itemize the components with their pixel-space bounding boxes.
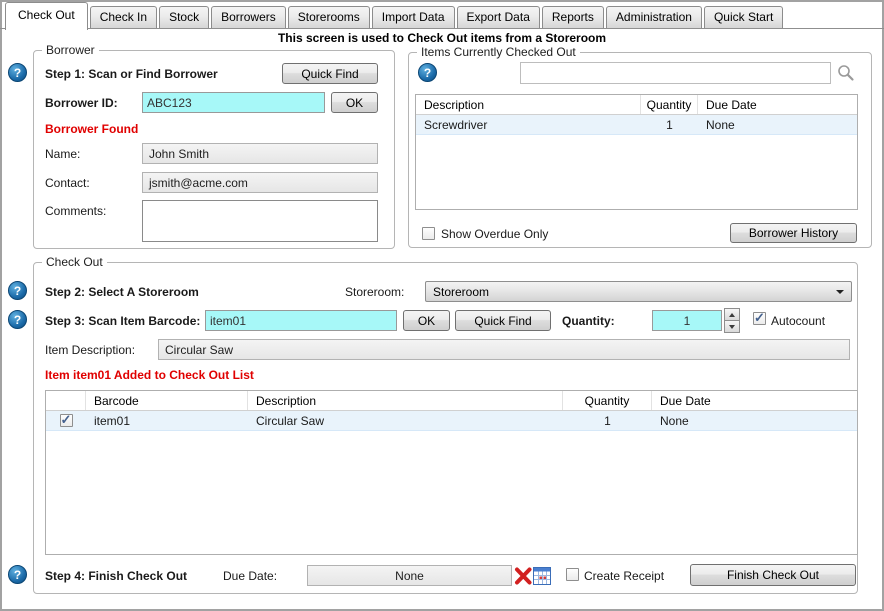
tab-strip-border xyxy=(0,28,884,29)
row-quantity-cell: 1 xyxy=(563,414,652,428)
help-icon-step1[interactable]: ? xyxy=(8,63,27,82)
search-icon[interactable] xyxy=(836,63,856,83)
checkout-col-select xyxy=(46,391,86,410)
items-col-due-date: Due Date xyxy=(698,95,857,114)
borrower-id-input[interactable] xyxy=(142,92,325,113)
checkout-col-quantity: Quantity xyxy=(563,391,652,410)
clear-due-date-icon[interactable] xyxy=(512,565,533,586)
comments-label: Comments: xyxy=(45,204,106,218)
item-due-date-cell: None xyxy=(698,118,857,132)
autocount-label: Autocount xyxy=(771,314,825,328)
item-added-message: Item item01 Added to Check Out List xyxy=(45,368,254,382)
row-checkbox-cell xyxy=(46,414,86,427)
borrower-ok-button[interactable]: OK xyxy=(331,92,378,113)
checkout-col-description: Description xyxy=(248,391,563,410)
check-out-group-label: Check Out xyxy=(42,255,107,269)
help-icon-step2[interactable]: ? xyxy=(8,281,27,300)
due-date-field[interactable]: None xyxy=(307,565,512,586)
items-col-quantity: Quantity xyxy=(641,95,698,114)
borrower-history-button[interactable]: Borrower History xyxy=(730,223,857,243)
borrower-id-label: Borrower ID: xyxy=(45,96,118,110)
contact-label: Contact: xyxy=(45,176,90,190)
items-col-description: Description xyxy=(416,95,641,114)
tab-check-out[interactable]: Check Out xyxy=(5,2,88,30)
row-select-checkbox[interactable] xyxy=(60,414,73,427)
items-search-input[interactable] xyxy=(520,62,831,84)
row-description-cell: Circular Saw xyxy=(248,414,563,428)
show-overdue-label: Show Overdue Only xyxy=(441,227,548,241)
items-checked-out-table: Description Quantity Due Date Screwdrive… xyxy=(415,94,858,210)
help-icon-step4[interactable]: ? xyxy=(8,565,27,584)
name-label: Name: xyxy=(45,147,80,161)
page-title: This screen is used to Check Out items f… xyxy=(0,31,884,45)
tab-export-data[interactable]: Export Data xyxy=(457,6,540,28)
finish-check-out-button[interactable]: Finish Check Out xyxy=(690,564,856,586)
tab-check-in[interactable]: Check In xyxy=(90,6,157,28)
help-icon-items[interactable]: ? xyxy=(418,63,437,82)
checkout-col-barcode: Barcode xyxy=(86,391,248,410)
row-barcode-cell: item01 xyxy=(86,414,248,428)
item-description-field: Circular Saw xyxy=(158,339,850,360)
quick-find-item-button[interactable]: Quick Find xyxy=(455,310,551,331)
app-window: Check Out Check In Stock Borrowers Store… xyxy=(0,0,884,611)
stepper-up-button[interactable] xyxy=(724,308,740,321)
quantity-stepper xyxy=(724,308,740,333)
calendar-icon[interactable] xyxy=(533,567,551,585)
step1-label: Step 1: Scan or Find Borrower xyxy=(45,67,218,81)
row-due-date-cell: None xyxy=(652,414,857,428)
items-checked-out-group-label: Items Currently Checked Out xyxy=(417,45,580,59)
borrower-group-label: Borrower xyxy=(42,43,99,57)
quantity-label: Quantity: xyxy=(562,314,615,328)
step2-label: Step 2: Select A Storeroom xyxy=(45,285,199,299)
contact-field: jsmith@acme.com xyxy=(142,172,378,193)
tab-reports[interactable]: Reports xyxy=(542,6,604,28)
barcode-ok-button[interactable]: OK xyxy=(403,310,450,331)
tab-quick-start[interactable]: Quick Start xyxy=(704,6,783,28)
autocount-checkbox[interactable] xyxy=(753,312,766,325)
checkout-col-due-date: Due Date xyxy=(652,391,857,410)
check-out-table-row[interactable]: item01 Circular Saw 1 None xyxy=(46,411,857,431)
check-out-table-header: Barcode Description Quantity Due Date xyxy=(46,391,857,411)
item-barcode-input[interactable] xyxy=(205,310,397,331)
help-icon-step3[interactable]: ? xyxy=(8,310,27,329)
arrow-down-icon xyxy=(729,325,735,329)
step4-label: Step 4: Finish Check Out xyxy=(45,569,187,583)
quantity-input[interactable] xyxy=(652,310,722,331)
show-overdue-checkbox[interactable] xyxy=(422,227,435,240)
items-table-row[interactable]: Screwdriver 1 None xyxy=(416,115,857,135)
item-quantity-cell: 1 xyxy=(641,118,698,132)
storeroom-dropdown[interactable]: Storeroom xyxy=(425,281,852,302)
quick-find-borrower-button[interactable]: Quick Find xyxy=(282,63,378,84)
tab-import-data[interactable]: Import Data xyxy=(372,6,455,28)
chevron-down-icon xyxy=(836,290,844,294)
tab-stock[interactable]: Stock xyxy=(159,6,209,28)
create-receipt-checkbox[interactable] xyxy=(566,568,579,581)
storeroom-label: Storeroom: xyxy=(345,285,404,299)
tab-borrowers[interactable]: Borrowers xyxy=(211,6,286,28)
storeroom-dropdown-value: Storeroom xyxy=(433,285,489,299)
items-table-header: Description Quantity Due Date xyxy=(416,95,857,115)
tab-bar: Check Out Check In Stock Borrowers Store… xyxy=(3,2,783,28)
create-receipt-label: Create Receipt xyxy=(584,569,664,583)
borrower-found-message: Borrower Found xyxy=(45,122,138,136)
tab-administration[interactable]: Administration xyxy=(606,6,702,28)
tab-storerooms[interactable]: Storerooms xyxy=(288,6,370,28)
comments-input[interactable] xyxy=(142,200,378,242)
stepper-down-button[interactable] xyxy=(724,321,740,333)
item-description-cell: Screwdriver xyxy=(416,118,641,132)
arrow-up-icon xyxy=(729,313,735,317)
item-description-label: Item Description: xyxy=(45,343,135,357)
due-date-label: Due Date: xyxy=(223,569,277,583)
step3-label: Step 3: Scan Item Barcode: xyxy=(45,314,200,328)
name-field: John Smith xyxy=(142,143,378,164)
check-out-list-table: Barcode Description Quantity Due Date it… xyxy=(45,390,858,555)
